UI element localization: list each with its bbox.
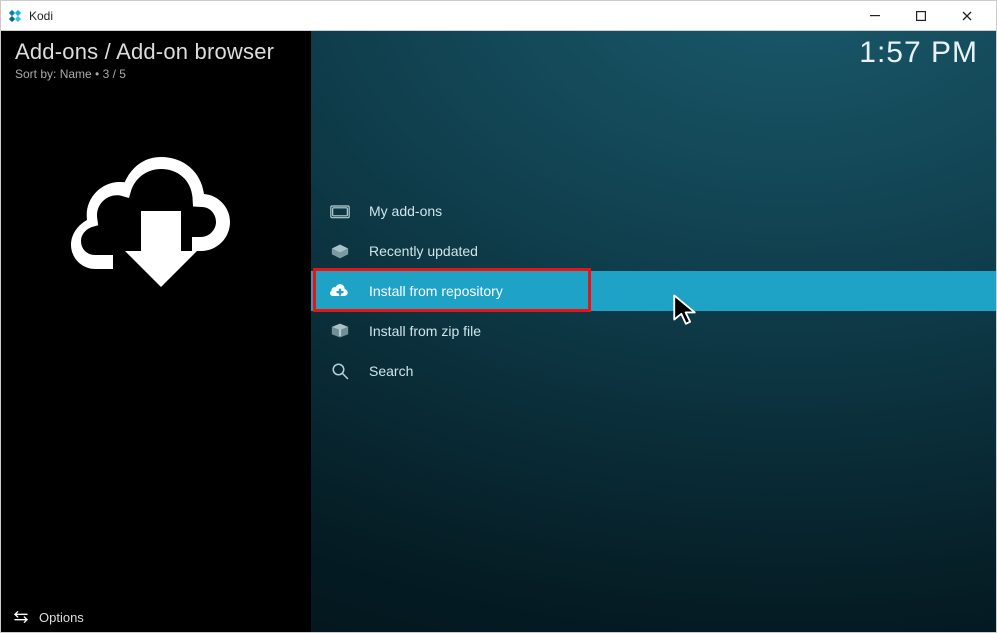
main-pane: 1:57 PM My add-ons	[311, 31, 996, 632]
addon-browser-list: My add-ons Recently updated	[311, 191, 996, 391]
main-inner: 1:57 PM My add-ons	[311, 31, 996, 632]
list-item-search[interactable]: Search	[311, 351, 996, 391]
search-icon	[329, 360, 351, 382]
open-box-icon	[329, 240, 351, 262]
clock: 1:57 PM	[859, 36, 978, 70]
zip-box-icon	[329, 320, 351, 342]
list-item-install-from-repository[interactable]: Install from repository	[311, 271, 996, 311]
sort-line[interactable]: Sort by: Name • 3 / 5	[15, 67, 297, 81]
window: Kodi Add-ons / Add-on browser Sort by: N…	[0, 0, 997, 633]
breadcrumb: Add-ons / Add-on browser	[15, 39, 297, 65]
content: Add-ons / Add-on browser Sort by: Name •…	[1, 31, 996, 632]
list-item-label: Install from zip file	[369, 323, 481, 339]
list-item-install-from-zip[interactable]: Install from zip file	[311, 311, 996, 351]
close-button[interactable]	[944, 1, 990, 31]
footer: Options	[1, 602, 311, 632]
list-item-label: Install from repository	[369, 283, 503, 299]
sort-sep: •	[92, 67, 103, 81]
options-label[interactable]: Options	[39, 610, 84, 625]
sort-field: Name	[60, 67, 92, 81]
list-item-label: Search	[369, 363, 413, 379]
options-icon[interactable]	[13, 609, 29, 625]
header-area: Add-ons / Add-on browser Sort by: Name •…	[1, 31, 311, 81]
list-item-label: Recently updated	[369, 243, 478, 259]
cloud-plus-icon	[329, 280, 351, 302]
app-title: Kodi	[29, 9, 53, 23]
list-position: 3 / 5	[103, 67, 126, 81]
list-item-recently-updated[interactable]: Recently updated	[311, 231, 996, 271]
sort-prefix: Sort by:	[15, 67, 60, 81]
list-item-my-addons[interactable]: My add-ons	[311, 191, 996, 231]
download-cloud-icon	[71, 141, 241, 291]
maximize-button[interactable]	[898, 1, 944, 31]
minimize-button[interactable]	[852, 1, 898, 31]
sidebar: Add-ons / Add-on browser Sort by: Name •…	[1, 31, 311, 632]
titlebar: Kodi	[1, 1, 996, 31]
addons-icon	[329, 200, 351, 222]
kodi-logo-icon	[7, 8, 23, 24]
list-item-label: My add-ons	[369, 203, 442, 219]
